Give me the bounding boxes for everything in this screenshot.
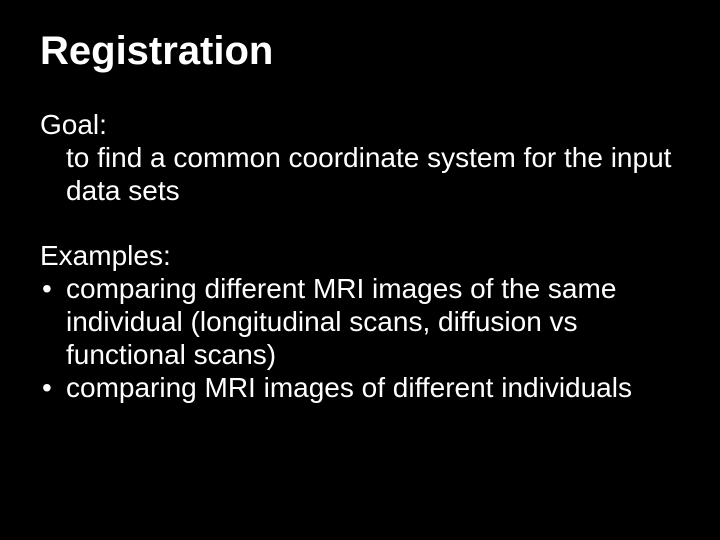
goal-text: to find a common coordinate system for t…: [66, 141, 680, 207]
slide-title: Registration: [40, 28, 680, 74]
list-item: comparing MRI images of different indivi…: [40, 371, 680, 404]
examples-list: comparing different MRI images of the sa…: [40, 272, 680, 404]
spacer: [40, 207, 680, 239]
slide: Registration Goal: to find a common coor…: [0, 0, 720, 540]
slide-body: Goal: to find a common coordinate system…: [40, 108, 680, 404]
list-item: comparing different MRI images of the sa…: [40, 272, 680, 371]
goal-label: Goal:: [40, 108, 680, 141]
examples-label: Examples:: [40, 239, 680, 272]
